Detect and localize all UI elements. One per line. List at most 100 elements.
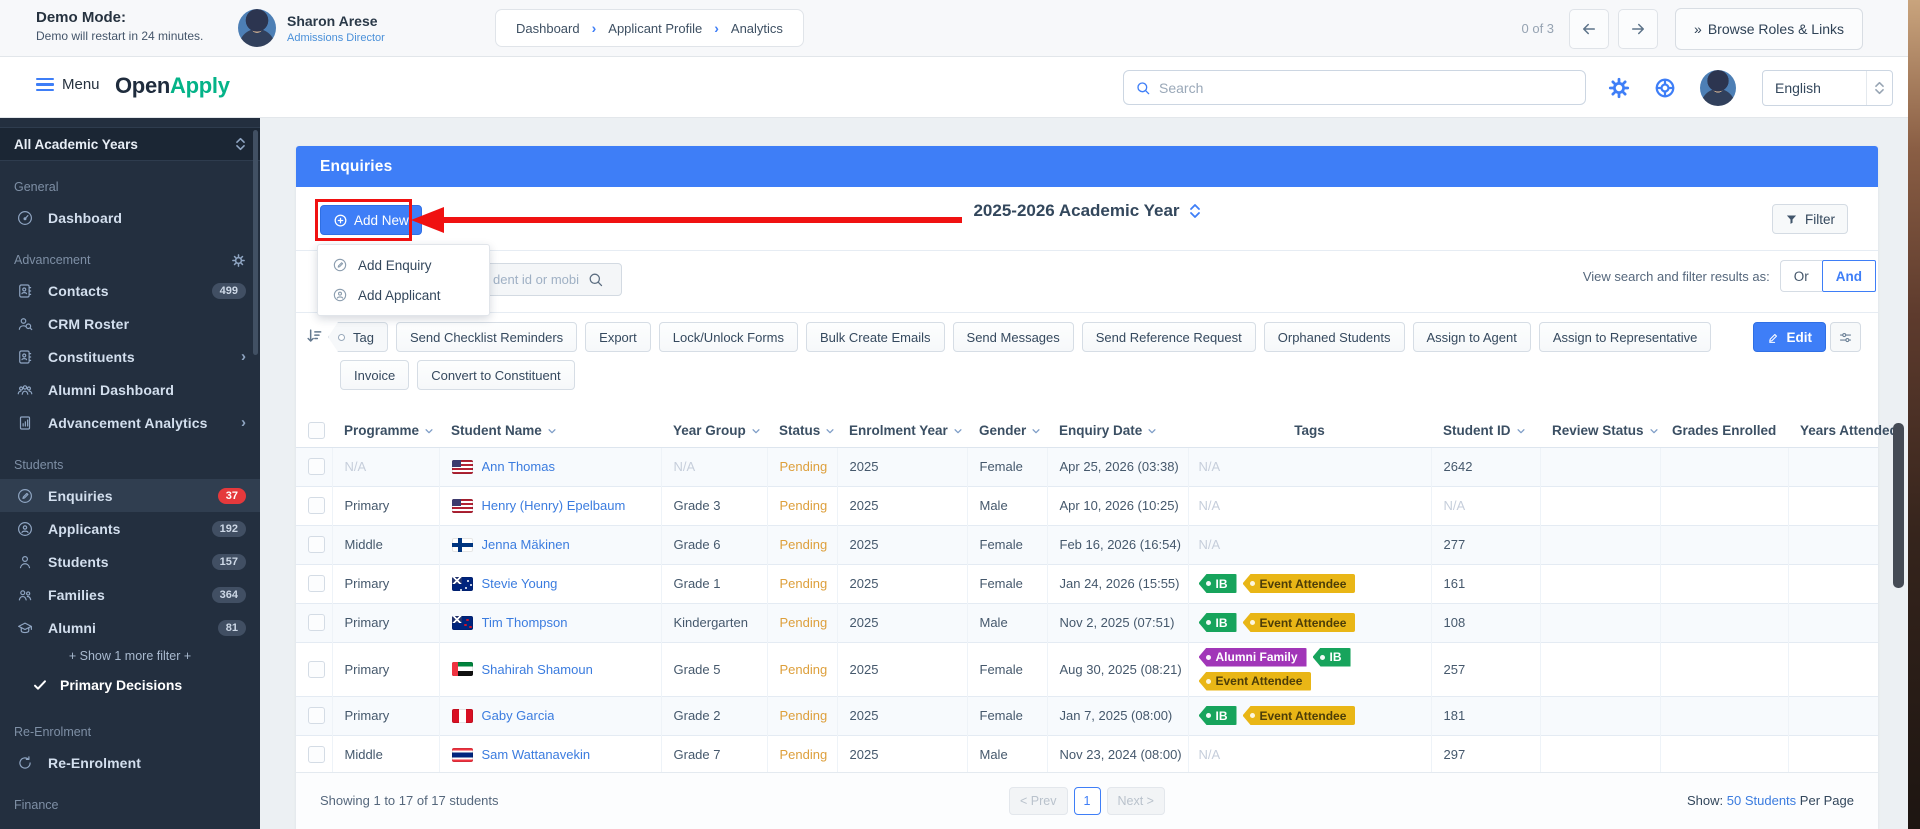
filter-button[interactable]: Filter xyxy=(1772,204,1848,234)
next-page-button[interactable]: Next > xyxy=(1106,787,1165,815)
sidebar-item-students[interactable]: Students 157 xyxy=(0,545,260,578)
sidebar: All Academic Years General Dashboard Advan… xyxy=(0,118,260,829)
row-checkbox[interactable] xyxy=(308,746,325,764)
convert-to-constituent-button[interactable]: Convert to Constituent xyxy=(417,360,575,390)
edit-button[interactable]: Edit xyxy=(1752,322,1826,352)
sidebar-item-advancement-analytics[interactable]: Advancement Analytics › xyxy=(0,406,260,439)
column-header-student-name[interactable]: Student Name xyxy=(439,415,661,448)
breadcrumb-item-applicant-profile[interactable]: Applicant Profile xyxy=(608,21,702,36)
tag-button[interactable]: Tag xyxy=(328,322,388,352)
column-label: Programme xyxy=(344,423,420,439)
assign-to-representative-button[interactable]: Assign to Representative xyxy=(1538,322,1712,352)
student-name-link[interactable]: Sam Wattanavekin xyxy=(482,747,591,762)
page-scrollbar-thumb[interactable] xyxy=(1893,423,1904,588)
prev-page-button[interactable]: < Prev xyxy=(1009,787,1068,815)
global-search-input[interactable] xyxy=(1159,79,1574,96)
sidebar-item-families[interactable]: Families 364 xyxy=(0,578,260,611)
sidebar-item-applicants[interactable]: Applicants 192 xyxy=(0,512,260,545)
sidebar-item-alumni[interactable]: Alumni 81 xyxy=(0,611,260,644)
send-messages-button[interactable]: Send Messages xyxy=(952,322,1074,352)
column-header-gender[interactable]: Gender xyxy=(967,415,1047,448)
grades-enrolled-cell xyxy=(1660,563,1789,603)
select-all-checkbox[interactable] xyxy=(308,422,325,440)
student-name-link[interactable]: Shahirah Shamoun xyxy=(482,662,593,677)
header-avatar[interactable] xyxy=(1700,69,1736,106)
help-lifering-icon[interactable] xyxy=(1654,77,1676,99)
student-name-link[interactable]: Gaby Garcia xyxy=(482,708,555,723)
row-checkbox[interactable] xyxy=(308,614,325,632)
sidebar-item-alumni-dashboard[interactable]: Alumni Dashboard xyxy=(0,373,260,406)
sort-icon[interactable] xyxy=(304,326,324,346)
sidebar-item-crm-roster[interactable]: CRM Roster xyxy=(0,307,260,340)
per-page-link[interactable]: 50 Students xyxy=(1727,793,1796,808)
language-select[interactable]: English xyxy=(1762,69,1893,106)
role-counter: 0 of 3 xyxy=(1521,21,1555,36)
prev-role-button[interactable] xyxy=(1569,8,1610,49)
tag-event-attendee: Event Attendee xyxy=(1242,706,1356,725)
demo-mode-bar: Demo Mode: Demo will restart in 24 minut… xyxy=(0,0,1908,57)
settings-gear-icon[interactable] xyxy=(1608,77,1630,99)
browse-roles-links-button[interactable]: » Browse Roles & Links xyxy=(1675,7,1863,50)
column-header-enrolment-year[interactable]: Enrolment Year xyxy=(837,415,967,448)
menu-button[interactable]: Menu xyxy=(36,76,100,93)
column-settings-button[interactable] xyxy=(1830,322,1861,352)
invoice-button[interactable]: Invoice xyxy=(340,360,410,390)
global-search[interactable] xyxy=(1123,70,1586,105)
bulk-create-emails-button[interactable]: Bulk Create Emails xyxy=(805,322,945,352)
page-1-button[interactable]: 1 xyxy=(1073,787,1101,815)
export-button[interactable]: Export xyxy=(585,322,651,352)
row-checkbox[interactable] xyxy=(308,660,325,678)
year-group-cell: Grade 1 xyxy=(661,563,768,603)
row-checkbox[interactable] xyxy=(308,707,325,725)
send-checklist-reminders-button[interactable]: Send Checklist Reminders xyxy=(395,322,578,352)
browse-label: Browse Roles & Links xyxy=(1707,20,1844,37)
breadcrumb-item-analytics[interactable]: Analytics xyxy=(731,21,783,36)
enquiries-panel: Enquiries Add New 2025-2026 Academic Yea… xyxy=(296,146,1898,829)
column-header-enquiry-date[interactable]: Enquiry Date xyxy=(1047,415,1188,448)
row-select-cell xyxy=(296,602,333,642)
column-header-tags: Tags xyxy=(1188,415,1431,448)
academic-year-selector[interactable]: 2025-2026 Academic Year xyxy=(296,201,1878,221)
sidebar-item-primary-decisions[interactable]: Primary Decisions xyxy=(0,668,260,701)
sidebar-item-dashboard[interactable]: Dashboard xyxy=(0,201,260,234)
student-name-link[interactable]: Henry (Henry) Epelbaum xyxy=(482,498,626,513)
row-checkbox[interactable] xyxy=(308,536,325,554)
results-or-button[interactable]: Or xyxy=(1779,260,1822,292)
years-attended-cell xyxy=(1788,524,1878,564)
column-header-review-status[interactable]: Review Status xyxy=(1540,415,1660,448)
row-checkbox[interactable] xyxy=(308,575,325,593)
student-name-link[interactable]: Ann Thomas xyxy=(482,459,555,474)
arrow-left-icon xyxy=(1580,20,1598,38)
menu-item-add-applicant[interactable]: Add Applicant xyxy=(318,280,489,310)
send-reference-request-button[interactable]: Send Reference Request xyxy=(1081,322,1256,352)
column-header-programme[interactable]: Programme xyxy=(332,415,439,448)
breadcrumb-item-dashboard[interactable]: Dashboard xyxy=(516,21,580,36)
orphaned-students-button[interactable]: Orphaned Students xyxy=(1263,322,1405,352)
sidebar-scrollbar-thumb[interactable] xyxy=(253,130,258,355)
academic-year-filter[interactable]: All Academic Years xyxy=(0,127,260,161)
next-role-button[interactable] xyxy=(1618,8,1659,49)
programme-cell: Middle xyxy=(332,524,440,564)
student-name-link[interactable]: Tim Thompson xyxy=(482,615,568,630)
column-header-year-group[interactable]: Year Group xyxy=(661,415,767,448)
student-name-link[interactable]: Stevie Young xyxy=(482,576,558,591)
lock-unlock-forms-button[interactable]: Lock/Unlock Forms xyxy=(658,322,798,352)
student-name-link[interactable]: Jenna Mäkinen xyxy=(482,537,570,552)
assign-to-agent-button[interactable]: Assign to Agent xyxy=(1412,322,1531,352)
row-checkbox[interactable] xyxy=(308,497,325,515)
sidebar-item-contacts[interactable]: Contacts 499 xyxy=(0,274,260,307)
sidebar-item-constituents[interactable]: Constituents › xyxy=(0,340,260,373)
edit-label: Edit xyxy=(1786,329,1813,345)
sidebar-item-re-enrolment[interactable]: Re-Enrolment xyxy=(0,746,260,779)
current-user: Sharon Arese Admissions Director xyxy=(238,9,385,47)
show-more-filters[interactable]: + Show 1 more filter + xyxy=(0,644,260,668)
table-header-row: Programme Student Name Year Group Status Enr… xyxy=(296,415,1898,448)
sidebar-item-enquiries[interactable]: Enquiries 37 xyxy=(0,479,260,512)
menu-item-add-enquiry[interactable]: Add Enquiry xyxy=(318,250,489,280)
column-header-student-id[interactable]: Student ID xyxy=(1431,415,1540,448)
sidebar-item-label: Families xyxy=(48,586,105,603)
results-and-button[interactable]: And xyxy=(1821,260,1876,292)
column-header-status[interactable]: Status xyxy=(767,415,837,448)
row-checkbox[interactable] xyxy=(308,458,325,476)
search-icon xyxy=(587,271,604,288)
